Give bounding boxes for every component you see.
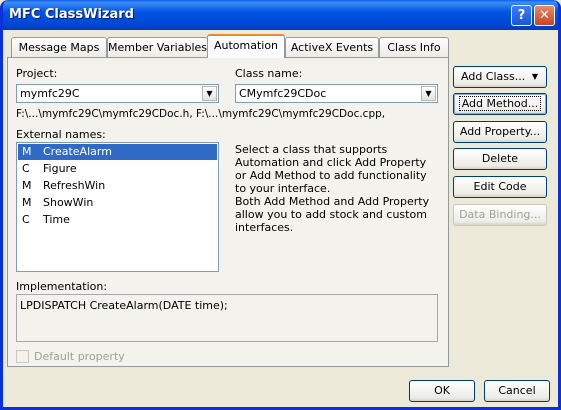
implementation-value: LPDISPATCH CreateAlarm(DATE time); <box>20 299 228 312</box>
implementation-box: LPDISPATCH CreateAlarm(DATE time); <box>16 294 438 342</box>
add-method-label: Add Method... <box>458 96 542 111</box>
item-name: Time <box>43 213 70 226</box>
item-kind: M <box>22 179 32 192</box>
delete-label: Delete <box>481 152 519 165</box>
add-class-label: Add Class... <box>461 70 526 83</box>
data-binding-label: Data Binding... <box>459 208 541 221</box>
add-method-button[interactable]: Add Method... <box>453 93 547 115</box>
description-text-1: Select a class that supports Automation … <box>235 143 427 195</box>
add-property-button[interactable]: Add Property... <box>453 121 547 143</box>
default-property-checkbox[interactable] <box>16 350 29 363</box>
implementation-label: Implementation: <box>16 280 108 293</box>
class-name-value: CMymfc29CDoc <box>239 87 327 100</box>
default-property-label: Default property <box>34 350 125 363</box>
item-name: ShowWin <box>43 196 94 209</box>
ok-label: OK <box>434 384 450 397</box>
item-name: RefreshWin <box>43 179 106 192</box>
project-label: Project: <box>16 67 58 80</box>
item-kind: C <box>22 162 30 175</box>
chevron-down-icon[interactable]: ▼ <box>202 86 217 101</box>
class-name-label: Class name: <box>235 67 303 80</box>
item-kind: C <box>22 213 30 226</box>
delete-button[interactable]: Delete <box>453 148 547 170</box>
chevron-down-icon[interactable]: ▼ <box>421 86 436 101</box>
ok-button[interactable]: OK <box>409 380 475 402</box>
external-names-list[interactable]: M CreateAlarm C Figure M RefreshWin M Sh… <box>16 142 219 272</box>
file-path: F:\...\mymfc29C\mymfc29CDoc.h, F:\...\my… <box>16 108 386 120</box>
class-name-combo[interactable]: CMymfc29CDoc ▼ <box>235 84 438 103</box>
description-text-2: Both Add Method and Add Property allow y… <box>235 195 430 234</box>
list-item[interactable]: C Time <box>18 212 217 228</box>
item-kind: M <box>22 145 32 158</box>
list-item[interactable]: M RefreshWin <box>18 178 217 194</box>
external-names-label: External names: <box>16 128 106 141</box>
list-item[interactable]: M CreateAlarm <box>18 144 217 160</box>
list-item[interactable]: M ShowWin <box>18 195 217 211</box>
add-property-label: Add Property... <box>459 125 541 138</box>
edit-code-label: Edit Code <box>473 180 527 193</box>
item-kind: M <box>22 196 32 209</box>
chevron-down-icon: ▼ <box>531 72 538 81</box>
cancel-button[interactable]: Cancel <box>484 380 550 402</box>
edit-code-button[interactable]: Edit Code <box>453 176 547 198</box>
add-class-button[interactable]: Add Class... ▼ <box>453 66 547 88</box>
list-item[interactable]: C Figure <box>18 161 217 177</box>
project-value: mymfc29C <box>20 87 80 100</box>
item-name: Figure <box>43 162 77 175</box>
project-combo[interactable]: mymfc29C ▼ <box>16 84 219 103</box>
item-name: CreateAlarm <box>39 144 116 160</box>
data-binding-button[interactable]: Data Binding... <box>453 204 547 226</box>
cancel-label: Cancel <box>498 384 536 397</box>
